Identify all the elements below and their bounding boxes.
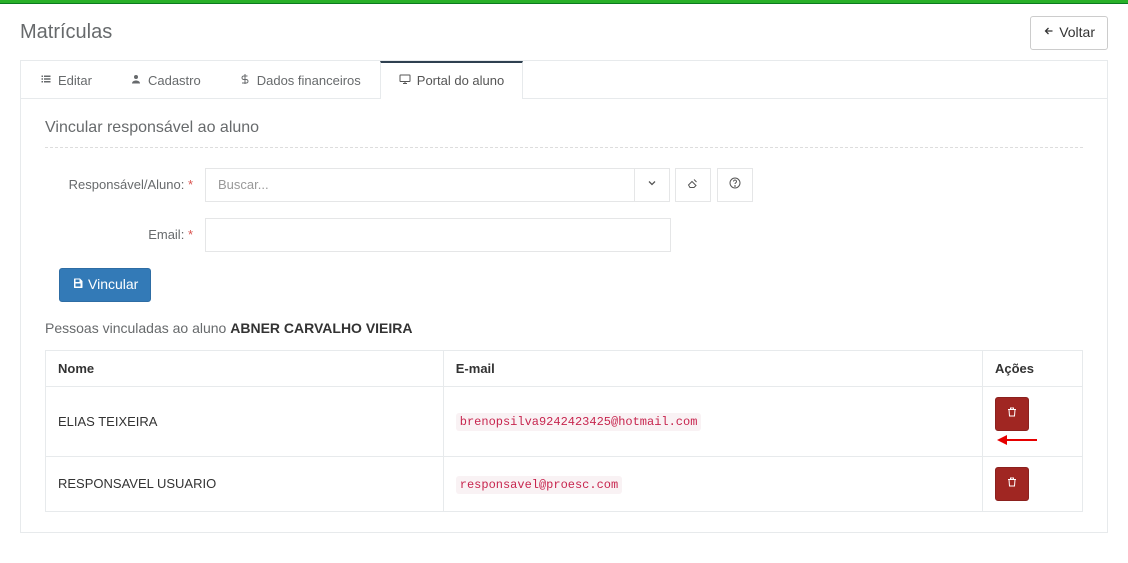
arrow-left-icon — [1043, 23, 1055, 43]
table-row: RESPONSAVEL USUARIO responsavel@proesc.c… — [46, 456, 1083, 511]
cell-email: responsavel@proesc.com — [443, 456, 982, 511]
delete-button[interactable] — [995, 467, 1029, 501]
form-row-email: Email: * — [45, 218, 1083, 252]
cell-actions — [983, 386, 1083, 456]
clear-button[interactable] — [675, 168, 711, 202]
tab-dados-financeiros[interactable]: Dados financeiros — [220, 61, 380, 98]
table-row: ELIAS TEIXEIRA brenopsilva9242423425@hot… — [46, 386, 1083, 456]
responsavel-label: Responsável/Aluno: * — [45, 177, 205, 192]
email-link[interactable]: responsavel@proesc.com — [456, 476, 622, 494]
tab-label: Cadastro — [148, 73, 201, 88]
page-header: Matrículas Voltar — [20, 16, 1108, 50]
student-name: ABNER CARVALHO VIEIRA — [230, 320, 412, 336]
col-header-name: Nome — [46, 350, 444, 386]
cell-email: brenopsilva9242423425@hotmail.com — [443, 386, 982, 456]
user-icon — [130, 73, 142, 88]
cell-actions — [983, 456, 1083, 511]
responsavel-search-input[interactable]: Buscar... — [205, 168, 635, 202]
tab-editar[interactable]: Editar — [21, 61, 111, 98]
search-placeholder: Buscar... — [218, 177, 269, 192]
main-panel: Editar Cadastro Dados financeiros Portal… — [20, 60, 1108, 533]
col-header-actions: Ações — [983, 350, 1083, 386]
linked-title: Pessoas vinculadas ao aluno ABNER CARVAL… — [45, 320, 1083, 336]
email-link[interactable]: brenopsilva9242423425@hotmail.com — [456, 413, 702, 431]
list-icon — [40, 73, 52, 88]
cell-name: ELIAS TEIXEIRA — [46, 386, 444, 456]
chevron-down-icon — [646, 177, 658, 192]
dollar-icon — [239, 73, 251, 88]
dropdown-toggle-button[interactable] — [634, 168, 670, 202]
question-icon — [729, 177, 741, 192]
tab-label: Portal do aluno — [417, 73, 504, 88]
tab-bar: Editar Cadastro Dados financeiros Portal… — [21, 61, 1107, 99]
page-title: Matrículas — [20, 21, 112, 44]
form-row-responsavel: Responsável/Aluno: * Buscar... — [45, 168, 1083, 202]
eraser-icon — [687, 177, 699, 192]
tab-label: Editar — [58, 73, 92, 88]
annotation-arrow-icon — [999, 434, 1043, 446]
monitor-icon — [399, 73, 411, 88]
trash-icon — [1006, 404, 1018, 424]
col-header-email: E-mail — [443, 350, 982, 386]
help-button[interactable] — [717, 168, 753, 202]
cell-name: RESPONSAVEL USUARIO — [46, 456, 444, 511]
tab-cadastro[interactable]: Cadastro — [111, 61, 220, 98]
vincular-button-label: Vincular — [88, 275, 138, 295]
section-title: Vincular responsável ao aluno — [45, 119, 1083, 148]
back-button-label: Voltar — [1059, 23, 1095, 43]
email-label: Email: * — [45, 227, 205, 242]
email-input[interactable] — [205, 218, 671, 252]
linked-people-table: Nome E-mail Ações ELIAS TEIXEIRA brenops… — [45, 350, 1083, 512]
delete-button[interactable] — [995, 397, 1029, 431]
required-marker: * — [188, 177, 193, 192]
back-button[interactable]: Voltar — [1030, 16, 1108, 50]
required-marker: * — [188, 227, 193, 242]
trash-icon — [1006, 474, 1018, 494]
tab-portal-do-aluno[interactable]: Portal do aluno — [380, 61, 523, 99]
save-icon — [72, 275, 84, 295]
vincular-button[interactable]: Vincular — [59, 268, 151, 302]
tab-label: Dados financeiros — [257, 73, 361, 88]
